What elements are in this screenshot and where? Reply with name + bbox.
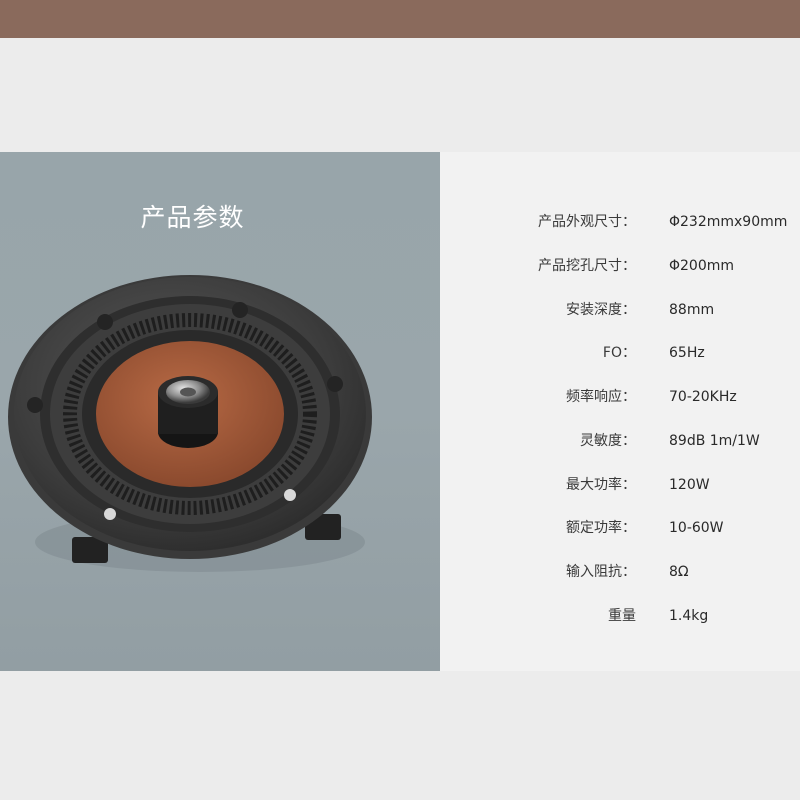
spec-label: 重量 — [608, 608, 636, 624]
spec-value: 120W — [669, 477, 710, 493]
spec-value: 65Hz — [669, 345, 705, 361]
spec-row: 输入阻抗： 8Ω — [440, 557, 800, 587]
spec-value: Φ200mm — [669, 258, 735, 274]
spec-row: 产品挖孔尺寸： Φ200mm — [440, 251, 800, 281]
spec-label: FO： — [602, 345, 636, 361]
spec-label: 最大功率： — [566, 477, 636, 493]
spec-row: 灵敏度： 89dB 1m/1W — [440, 426, 800, 456]
spec-label: 频率响应： — [566, 389, 636, 405]
spec-row: FO： 65Hz — [440, 338, 800, 368]
panel-title: 产品参数 — [140, 203, 245, 232]
spec-value: 8Ω — [669, 564, 689, 580]
spec-row: 额定功率： 10-60W — [440, 513, 800, 543]
spec-row: 频率响应： 70-20KHz — [440, 382, 800, 412]
spec-value: 1.4kg — [669, 608, 709, 624]
spec-value: 10-60W — [669, 520, 724, 536]
spec-row: 安装深度： 88mm — [440, 295, 800, 325]
spec-value: 88mm — [669, 302, 715, 318]
spec-label: 输入阻抗： — [566, 564, 636, 580]
spec-label: 产品挖孔尺寸： — [538, 258, 636, 274]
spec-panel: 产品外观尺寸： Φ232mmx90mm 产品挖孔尺寸： Φ200mm 安装深度：… — [440, 152, 800, 671]
spec-value: 70-20KHz — [669, 389, 737, 405]
spec-label: 灵敏度： — [580, 433, 636, 449]
spec-row: 产品外观尺寸： Φ232mmx90mm — [440, 207, 800, 237]
spec-label: 产品外观尺寸： — [538, 214, 636, 230]
spec-value: Φ232mmx90mm — [669, 214, 788, 230]
spec-label: 安装深度： — [566, 302, 636, 318]
spec-row: 重量 1.4kg — [440, 601, 800, 631]
top-brand-bar — [0, 0, 800, 38]
spec-value: 89dB 1m/1W — [669, 433, 760, 449]
product-image-panel: 产品参数 — [0, 152, 440, 671]
spec-label: 额定功率： — [566, 520, 636, 536]
spec-row: 最大功率： 120W — [440, 470, 800, 500]
